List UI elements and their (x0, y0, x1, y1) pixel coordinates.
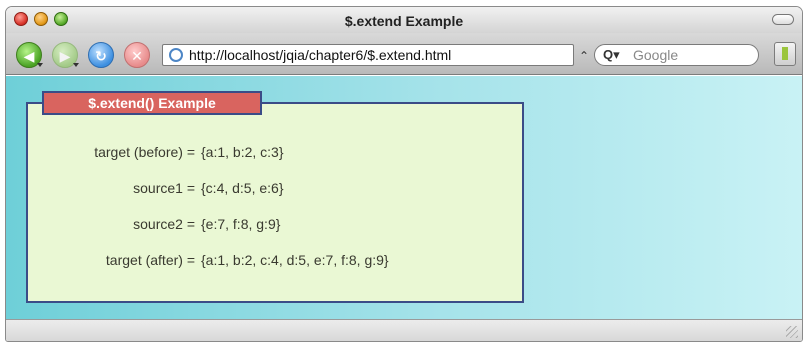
status-bar (6, 319, 802, 341)
row-value: {c:4, d:5, e:6} (201, 180, 284, 196)
address-text: http://localhost/jqia/chapter6/$.extend.… (189, 47, 452, 63)
bookmark-icon[interactable] (774, 42, 796, 66)
result-row: source2 = {e:7, f:8, g:9} (28, 216, 280, 232)
row-value: {a:1, b:2, c:4, d:5, e:7, f:8, g:9} (201, 252, 389, 268)
toolbar-toggle-icon[interactable] (772, 14, 794, 25)
globe-icon (169, 48, 183, 62)
row-label: source2 = (133, 216, 195, 232)
resize-grip-icon[interactable] (786, 326, 798, 338)
fieldset-legend: $.extend() Example (42, 91, 262, 115)
window-title: $.extend Example (344, 13, 464, 29)
browser-toolbar: ◀ ▶ ↻ ✕ http://localhost/jqia/chapter6/$… (6, 33, 802, 75)
result-row: target (after) = {a:1, b:2, c:4, d:5, e:7… (28, 252, 389, 268)
row-label: target (after) = (105, 252, 195, 268)
row-label: target (before) = (94, 144, 195, 160)
address-bar[interactable]: http://localhost/jqia/chapter6/$.extend.… (162, 44, 574, 66)
back-dropdown-icon[interactable] (37, 63, 43, 67)
result-row: source1 = {c:4, d:5, e:6} (28, 180, 284, 196)
stop-button[interactable]: ✕ (124, 42, 150, 68)
browser-window: $.extend Example ◀ ▶ ↻ ✕ http://localhos… (5, 6, 803, 342)
row-label: source1 = (133, 180, 195, 196)
title-bar: $.extend Example (6, 7, 802, 33)
example-fieldset: target (before) = {a:1, b:2, c:3} source1… (26, 102, 524, 303)
search-icon: Q▾ (603, 47, 620, 62)
page-content: target (before) = {a:1, b:2, c:3} source1… (6, 76, 802, 321)
result-row: target (before) = {a:1, b:2, c:3} (28, 144, 284, 160)
search-input[interactable]: Q▾ Google (594, 44, 759, 66)
row-value: {a:1, b:2, c:3} (201, 144, 284, 160)
row-value: {e:7, f:8, g:9} (201, 216, 281, 232)
chevron-up-icon[interactable]: ⌃ (579, 49, 589, 63)
forward-dropdown-icon[interactable] (73, 63, 79, 67)
reload-button[interactable]: ↻ (88, 42, 114, 68)
search-placeholder: Google (633, 47, 679, 63)
